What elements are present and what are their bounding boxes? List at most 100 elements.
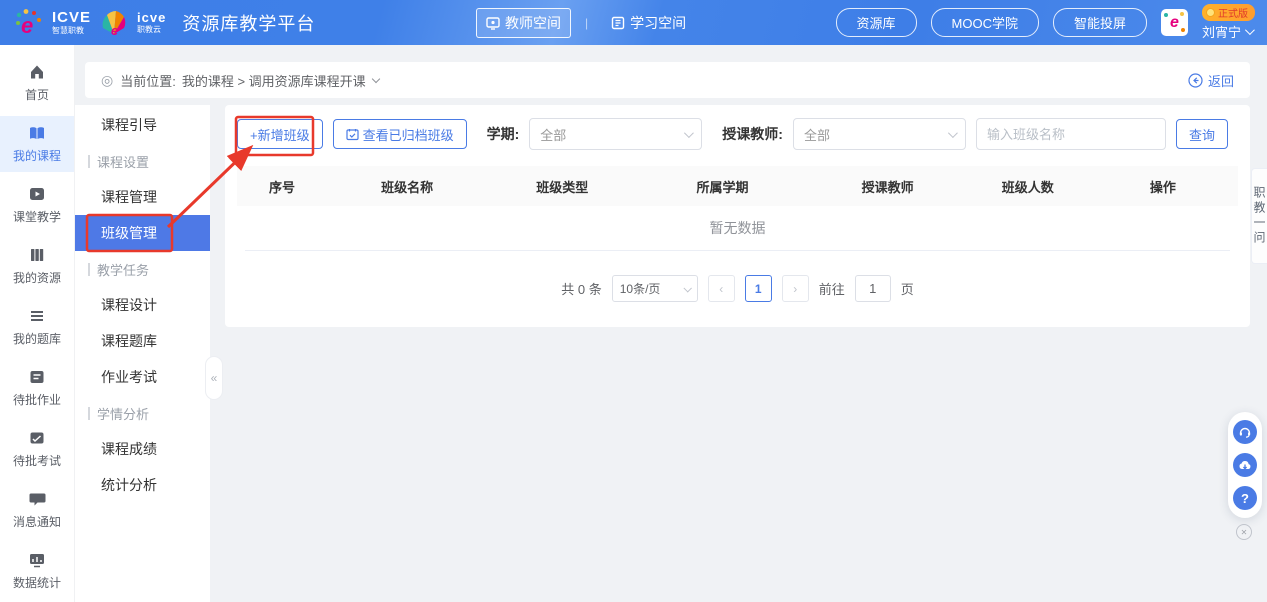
menu-item-class-management[interactable]: 班级管理 [75, 215, 210, 251]
menu-section-course-settings: 课程设置 [75, 143, 210, 179]
icve-zhihuizhijiao-logo-text: ICVE 智慧职教 [52, 10, 91, 35]
menu-item-course-design[interactable]: 课程设计 [75, 287, 210, 323]
archive-box-icon [346, 128, 359, 141]
next-page-button[interactable]: › [782, 275, 809, 302]
semester-select[interactable]: 全部 [529, 118, 702, 150]
medal-icon [1206, 8, 1215, 17]
column-header-teacher: 授课教师 [808, 177, 968, 196]
teacher-space-button[interactable]: 教师空间 [476, 8, 571, 38]
close-float-pill-button[interactable]: ✕ [1236, 524, 1252, 540]
breadcrumb-chevron-down-icon[interactable] [371, 74, 379, 82]
customer-service-button[interactable] [1233, 420, 1257, 444]
exam-score-icon [28, 429, 46, 447]
download-button[interactable] [1233, 453, 1257, 477]
add-class-button[interactable]: +新增班级 [237, 119, 323, 149]
column-header-class-size: 班级人数 [968, 177, 1088, 196]
breadcrumb-bar: ◎ 当前位置: 我的课程 > 调用资源库课程开课 返回 [85, 62, 1250, 98]
back-circle-arrow-icon [1188, 73, 1203, 88]
menu-item-statistical-analysis[interactable]: 统计分析 [75, 467, 210, 503]
chevron-down-icon [948, 128, 958, 138]
page-size-select[interactable]: 10条/页 [612, 275, 698, 302]
chat-bubble-icon [28, 490, 46, 508]
rail-item-classroom-teaching[interactable]: 课堂教学 [0, 177, 74, 233]
logo-group: e ICVE 智慧职教 e icve 职教云 资源库教学平台 [0, 8, 315, 38]
semester-label: 学期: [487, 124, 520, 144]
breadcrumb-prefix: 当前位置: [120, 71, 176, 90]
menu-item-course-guide[interactable]: 课程引导 [75, 107, 210, 143]
rail-item-pending-homework[interactable]: 待批作业 [0, 360, 74, 416]
rail-item-statistics[interactable]: 数据统计 [0, 543, 74, 599]
course-side-menu: 课程引导 课程设置 课程管理 班级管理 教学任务 课程设计 课程题库 作业考试 … [75, 105, 210, 602]
menu-item-homework-exam[interactable]: 作业考试 [75, 359, 210, 395]
page-1-button[interactable]: 1 [745, 275, 772, 302]
platform-title: 资源库教学平台 [182, 10, 315, 36]
resource-lib-button[interactable]: 资源库 [836, 8, 917, 37]
column-header-semester: 所属学期 [637, 177, 807, 196]
learning-book-icon [611, 16, 625, 30]
left-icon-rail: 首页 我的课程 课堂教学 我的资源 我的题库 待批作业 待批考试 消息通知 [0, 45, 75, 602]
chevron-down-icon [684, 128, 694, 138]
header-space-nav: 教师空间 | 学习空间 [476, 0, 695, 45]
svg-text:e: e [21, 13, 33, 38]
stats-board-icon [28, 551, 46, 569]
mooc-college-button[interactable]: MOOC学院 [931, 8, 1039, 37]
help-button[interactable]: ? [1233, 486, 1257, 510]
open-book-icon [28, 124, 46, 142]
icve-zhijiaoyun-logo-icon: e [99, 8, 129, 38]
chevron-down-icon [683, 284, 691, 292]
rail-item-messages[interactable]: 消息通知 [0, 482, 74, 538]
rail-item-pending-exams[interactable]: 待批考试 [0, 421, 74, 477]
books-icon [28, 246, 46, 264]
filter-toolbar: +新增班级 查看已归档班级 学期: 全部 授课教师: 全部 查询 [225, 105, 1250, 150]
menu-item-course-management[interactable]: 课程管理 [75, 179, 210, 215]
prev-page-button[interactable]: ‹ [708, 275, 735, 302]
icve-zhijiaoyun-logo-text: icve 职教云 [137, 11, 166, 34]
sidebar-collapse-button[interactable]: « [205, 356, 223, 400]
app-root: e ICVE 智慧职教 e icve 职教云 资源库教学平台 [0, 0, 1267, 602]
top-header: e ICVE 智慧职教 e icve 职教云 资源库教学平台 [0, 0, 1267, 45]
learning-space-button[interactable]: 学习空间 [602, 9, 695, 37]
header-right-group: 资源库 MOOC学院 智能投屏 e 正式版 刘宵宁 [836, 0, 1255, 45]
menu-item-course-question-bank[interactable]: 课程题库 [75, 323, 210, 359]
question-bank-icon [28, 307, 46, 325]
username-menu[interactable]: 刘宵宁 [1202, 22, 1252, 41]
floating-help-pill: ? [1228, 412, 1262, 518]
menu-item-course-grades[interactable]: 课程成绩 [75, 431, 210, 467]
view-archived-button[interactable]: 查看已归档班级 [333, 119, 467, 149]
column-header-class-name: 班级名称 [327, 177, 487, 196]
goto-page-input[interactable] [855, 275, 891, 302]
version-badge: 正式版 [1202, 4, 1255, 21]
location-pin-icon: ◎ [101, 72, 113, 89]
user-avatar[interactable]: e [1161, 9, 1188, 36]
cloud-download-icon [1238, 458, 1252, 472]
teacher-select[interactable]: 全部 [793, 118, 966, 150]
icve-zhihuizhijiao-logo-icon: e [14, 8, 44, 38]
page-suffix-label: 页 [901, 279, 914, 298]
pagination-bar: 共 0 条 10条/页 ‹ 1 › 前往 页 [225, 275, 1250, 302]
video-play-icon [28, 185, 46, 203]
menu-section-teaching-tasks: 教学任务 [75, 251, 210, 287]
teacher-label: 授课教师: [722, 124, 783, 144]
goto-label: 前往 [819, 279, 845, 298]
teacher-board-icon [486, 16, 500, 30]
zhijiao-qa-side-tab[interactable]: 职教一问 [1251, 168, 1267, 264]
smart-cast-button[interactable]: 智能投屏 [1053, 8, 1147, 37]
back-button[interactable]: 返回 [1188, 71, 1234, 90]
query-button[interactable]: 查询 [1176, 119, 1228, 149]
svg-text:e: e [111, 23, 118, 38]
homework-doc-icon [28, 368, 46, 386]
class-name-search-input[interactable] [976, 118, 1166, 150]
table-divider [245, 250, 1230, 251]
rail-item-my-resources[interactable]: 我的资源 [0, 238, 74, 294]
breadcrumb-path[interactable]: 我的课程 > 调用资源库课程开课 [182, 71, 366, 90]
rail-item-my-question-bank[interactable]: 我的题库 [0, 299, 74, 355]
table-empty-state: 暂无数据 [225, 206, 1250, 250]
rail-item-home[interactable]: 首页 [0, 55, 74, 111]
column-header-actions: 操作 [1088, 177, 1238, 196]
pagination-total: 共 0 条 [561, 279, 601, 298]
headset-icon [1238, 425, 1252, 439]
menu-section-learning-analysis: 学情分析 [75, 395, 210, 431]
rail-item-my-courses[interactable]: 我的课程 [0, 116, 74, 172]
home-icon [28, 63, 46, 81]
class-management-panel: +新增班级 查看已归档班级 学期: 全部 授课教师: 全部 查询 [225, 105, 1250, 327]
